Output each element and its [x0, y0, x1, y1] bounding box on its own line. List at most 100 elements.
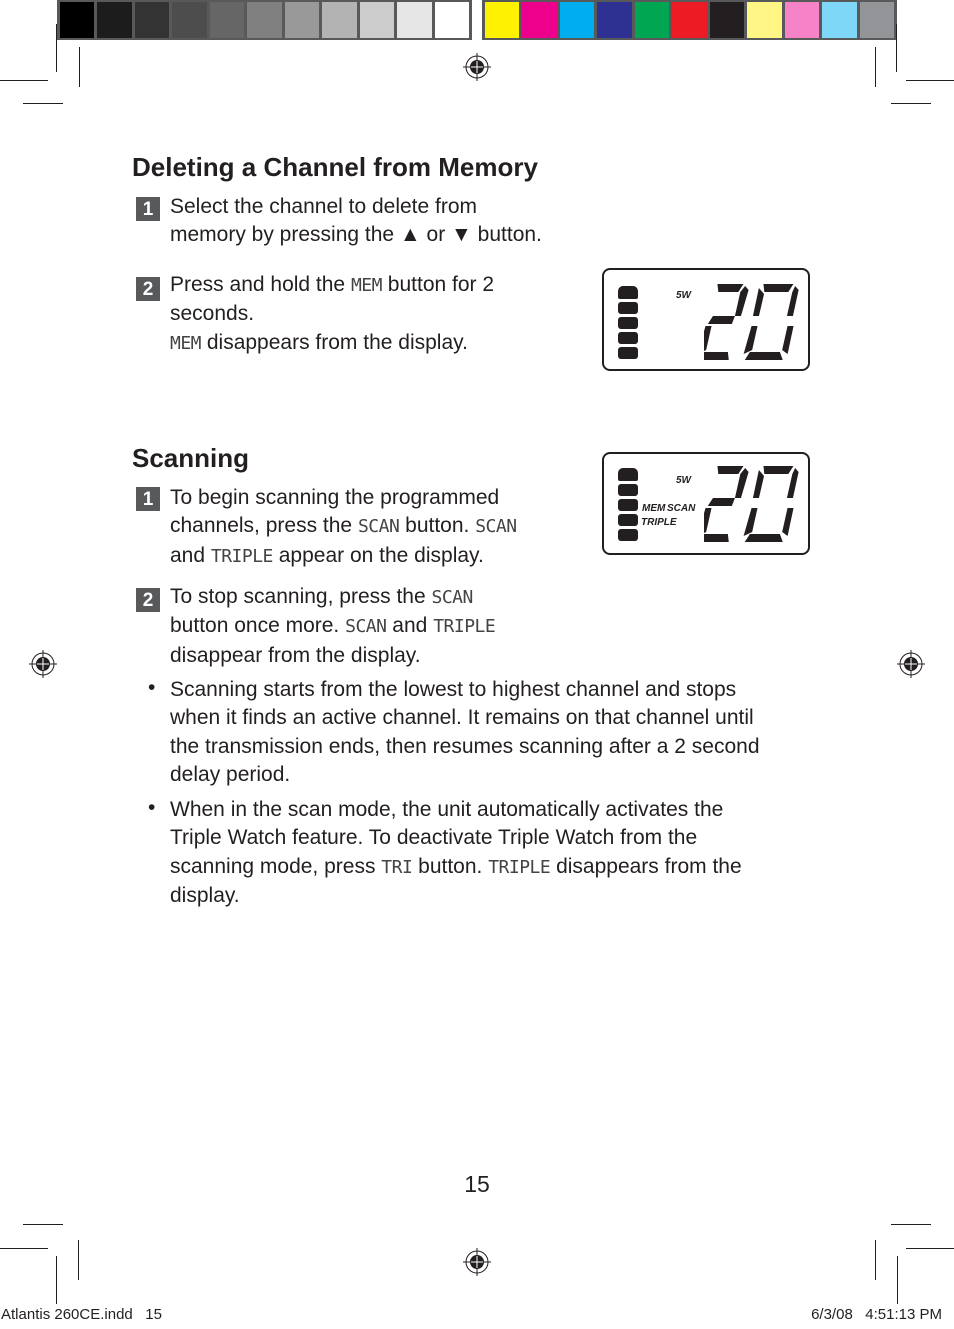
text: scanning mode, press	[170, 854, 382, 878]
crop-mark	[0, 1248, 48, 1249]
crop-mark	[906, 80, 954, 81]
text-line: disappear from the display.	[170, 643, 421, 667]
crop-mark	[906, 1248, 954, 1249]
grayscale-color-bar	[57, 0, 472, 40]
text-line: MEM disappears from the display.	[170, 329, 494, 358]
color-swatch	[784, 2, 820, 38]
text-line: delay period.	[170, 762, 291, 786]
bullet-icon: •	[148, 676, 156, 699]
seven-segment-channel-20	[704, 466, 799, 542]
battery-segment	[618, 286, 638, 299]
battery-segment	[618, 499, 638, 511]
battery-segment	[618, 302, 638, 314]
color-swatch	[747, 2, 782, 38]
lcd-word-scan: SCAN	[357, 516, 400, 538]
step-1-text: Select the channel to delete from memory…	[170, 193, 542, 250]
section-title-scanning: Scanning	[132, 443, 250, 473]
color-swatch	[209, 2, 245, 38]
color-swatch	[172, 2, 207, 38]
text: Press and hold the	[170, 273, 351, 296]
color-swatch	[284, 2, 320, 38]
registration-mark-icon	[29, 650, 57, 678]
lcd-word-triple: TRIPLE	[210, 545, 274, 567]
text: appear on the display.	[272, 543, 484, 567]
lcd-word-mem: MEM	[170, 332, 202, 354]
step-2-text: Press and hold the MEM button for 2 seco…	[170, 271, 494, 358]
triple-indicator: TRIPLE	[641, 517, 677, 528]
lcd-word-triple: TRIPLE	[433, 616, 496, 638]
lcd-word-scan: SCAN	[475, 516, 517, 538]
text-line: button once more. SCAN and TRIPLE	[170, 612, 496, 641]
lcd-word-scan: SCAN	[431, 587, 474, 608]
text-line: display.	[170, 883, 240, 907]
color-swatch	[822, 2, 857, 38]
seven-segment-channel-20	[704, 284, 799, 360]
crop-mark	[896, 24, 897, 72]
step-number-badge: 1	[136, 197, 160, 221]
text: button once more.	[170, 614, 346, 638]
text-line: scanning mode, press TRI button. TRIPLE …	[170, 853, 742, 882]
text-line: Press and hold the MEM button for 2	[170, 271, 494, 300]
crop-mark	[78, 1240, 79, 1280]
crop-mark	[56, 1256, 57, 1304]
crop-mark	[891, 103, 931, 104]
section-title-delete: Deleting a Channel from Memory	[132, 152, 538, 182]
lcd-word-tri: TRI	[381, 856, 413, 878]
bullet-triple-watch: When in the scan mode, the unit automati…	[170, 796, 742, 910]
text: disappears from the	[550, 854, 742, 878]
text-line: When in the scan mode, the unit automati…	[170, 798, 724, 821]
battery-segment	[618, 514, 638, 526]
power-label: 5W	[676, 290, 691, 301]
step-number-badge: 2	[136, 277, 160, 301]
text-line: and TRIPLE appear on the display.	[170, 542, 517, 571]
battery-segment	[618, 347, 638, 359]
step-number-badge: 2	[136, 588, 160, 612]
text: and	[386, 614, 434, 638]
lcd-word-scan: SCAN	[345, 616, 387, 638]
text-line: Select the channel to delete from	[170, 195, 478, 218]
text-line: To begin scanning the programmed	[170, 486, 500, 509]
power-label: 5W	[676, 475, 691, 486]
color-swatch	[597, 2, 632, 38]
registration-mark-icon	[897, 650, 925, 678]
battery-segment	[618, 484, 638, 496]
color-swatch	[60, 2, 95, 38]
slug-file-info: Atlantis 260CE.indd 15	[1, 1306, 162, 1323]
battery-segment	[618, 332, 638, 344]
color-swatch	[559, 2, 595, 38]
battery-segment	[618, 468, 638, 481]
text-line: seconds.	[170, 302, 255, 326]
color-swatch	[859, 2, 894, 38]
process-color-bar	[482, 0, 897, 40]
color-swatch	[247, 2, 282, 38]
mem-indicator: MEM	[642, 503, 666, 514]
color-swatch	[485, 2, 520, 38]
text: disappears from the display.	[201, 330, 468, 354]
color-swatch	[522, 2, 557, 38]
text: To stop scanning, press the	[170, 585, 432, 608]
color-swatch	[134, 2, 170, 38]
step-number-badge: 1	[136, 487, 160, 511]
color-swatch	[97, 2, 132, 38]
registration-mark-icon	[463, 53, 491, 81]
battery-segment	[618, 317, 638, 329]
text: channels, press the	[170, 514, 358, 538]
crop-mark	[891, 1224, 931, 1225]
text-line: Scanning starts from the lowest to highe…	[170, 678, 737, 701]
registration-mark-icon	[463, 1248, 491, 1276]
color-swatch	[397, 2, 432, 38]
text: button.	[412, 854, 489, 878]
bullet-icon: •	[148, 796, 156, 819]
text-line: Triple Watch feature. To deactivate Trip…	[170, 826, 698, 850]
color-swatch	[709, 2, 745, 38]
crop-mark	[897, 1256, 898, 1304]
lcd-word-triple: TRIPLE	[488, 856, 551, 878]
text-line: memory by pressing the ▲ or ▼ button.	[170, 223, 542, 247]
scan-indicator: SCAN	[667, 503, 696, 514]
crop-mark	[56, 24, 57, 72]
bullet-scan-order: Scanning starts from the lowest to highe…	[170, 676, 760, 789]
text: button for 2	[381, 273, 495, 296]
text-line: channels, press the SCAN button. SCAN	[170, 512, 517, 541]
text-line: when it finds an active channel. It rema…	[170, 706, 754, 730]
crop-mark	[23, 1224, 63, 1225]
